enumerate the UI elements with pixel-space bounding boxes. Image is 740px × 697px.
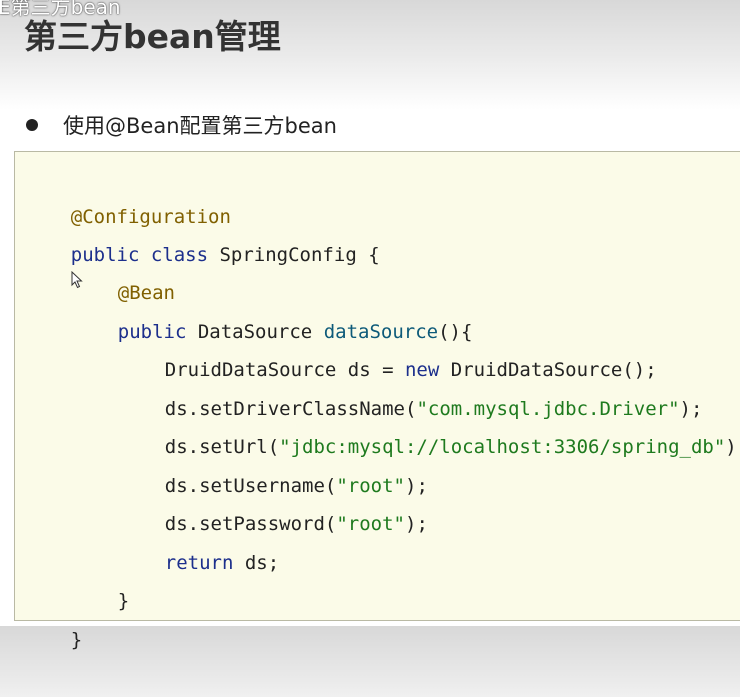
code-line-1: @Configuration — [25, 160, 231, 228]
code-line-11: } — [72, 544, 129, 612]
bullet-text: 使用@Bean配置第三方bean — [63, 114, 337, 138]
bullet-item: 使用@Bean配置第三方bean — [26, 110, 337, 140]
code-text: } — [70, 629, 83, 651]
code-line-5: DruidDataSource ds = new DruidDataSource… — [119, 313, 657, 381]
code-text: } — [117, 590, 130, 612]
code-line-12: } — [25, 583, 82, 651]
code-block: @Configuration public class SpringConfig… — [14, 151, 740, 651]
code-text: ); — [725, 436, 740, 458]
string-token: "root" — [336, 513, 405, 535]
code-line-8: ds.setUsername("root"); — [119, 429, 428, 497]
bullet-dot-icon — [26, 119, 38, 131]
code-text: ); — [405, 513, 428, 535]
code-text: SpringConfig { — [208, 244, 380, 266]
code-line-9: ds.setPassword("root"); — [119, 467, 428, 535]
slide-title: 第三方bean管理 — [24, 17, 281, 56]
code-text: ds; — [233, 552, 280, 574]
keyword-token: return — [164, 552, 234, 574]
code-line-3: @Bean — [72, 236, 175, 304]
code-line-4: public DataSource dataSource(){ — [72, 275, 473, 343]
code-line-6: ds.setDriverClassName("com.mysql.jdbc.Dr… — [119, 352, 703, 420]
code-line-2: public class SpringConfig { — [25, 198, 380, 266]
mouse-pointer-icon — [71, 271, 83, 289]
code-line-7: ds.setUrl("jdbc:mysql://localhost:3306/s… — [119, 390, 740, 458]
code-line-10: return ds; — [119, 506, 279, 574]
